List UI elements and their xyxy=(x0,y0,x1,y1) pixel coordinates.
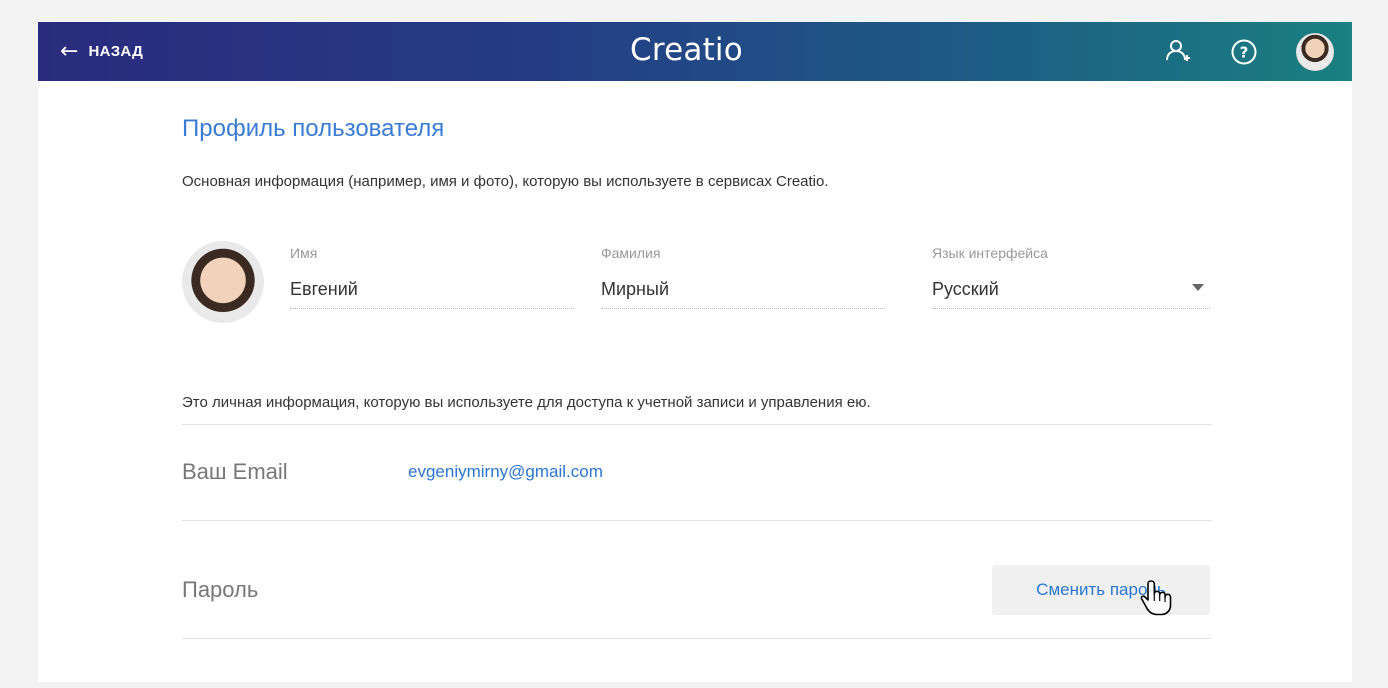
divider xyxy=(182,638,1212,639)
top-bar-actions: ? xyxy=(1164,22,1334,81)
divider xyxy=(182,520,1212,521)
password-label: Пароль xyxy=(182,577,259,602)
last-name-input[interactable]: Мирный xyxy=(601,279,885,309)
top-bar: ← НАЗАД Creatio ? xyxy=(38,22,1352,81)
email-link[interactable]: evgeniymirny@gmail.com xyxy=(408,462,603,482)
help-button[interactable]: ? xyxy=(1230,38,1258,66)
add-user-icon xyxy=(1166,39,1190,61)
back-button[interactable]: ← НАЗАД xyxy=(60,22,143,81)
back-arrow-icon: ← xyxy=(60,38,79,64)
language-field[interactable]: Язык интерфейса Русский xyxy=(932,245,1210,309)
language-label: Язык интерфейса xyxy=(932,245,1048,261)
last-name-field[interactable]: Фамилия Мирный xyxy=(601,245,885,309)
profile-page: ← НАЗАД Creatio ? Профиль пользователя О… xyxy=(38,22,1352,682)
profile-photo[interactable] xyxy=(182,241,264,323)
chevron-down-icon[interactable] xyxy=(1192,284,1204,291)
email-label: Ваш Email xyxy=(182,459,288,484)
page-subtitle: Основная информация (например, имя и фот… xyxy=(182,173,829,190)
language-select[interactable]: Русский xyxy=(932,279,1210,309)
first-name-field[interactable]: Имя Евгений xyxy=(290,245,574,309)
first-name-input[interactable]: Евгений xyxy=(290,279,574,309)
change-password-button[interactable]: Сменить пароль xyxy=(992,565,1210,615)
creatio-logo: Creatio xyxy=(630,32,743,68)
svg-text:?: ? xyxy=(1240,43,1249,61)
divider xyxy=(182,424,1212,425)
first-name-label: Имя xyxy=(290,245,318,261)
back-label: НАЗАД xyxy=(88,43,144,60)
last-name-label: Фамилия xyxy=(601,245,661,261)
add-user-button[interactable] xyxy=(1164,38,1192,66)
page-title: Профиль пользователя xyxy=(182,115,445,142)
help-icon: ? xyxy=(1231,39,1257,64)
account-info-text: Это личная информация, которую вы исполь… xyxy=(182,394,871,411)
user-avatar[interactable] xyxy=(1296,32,1334,71)
hand-cursor-icon xyxy=(1140,580,1172,616)
